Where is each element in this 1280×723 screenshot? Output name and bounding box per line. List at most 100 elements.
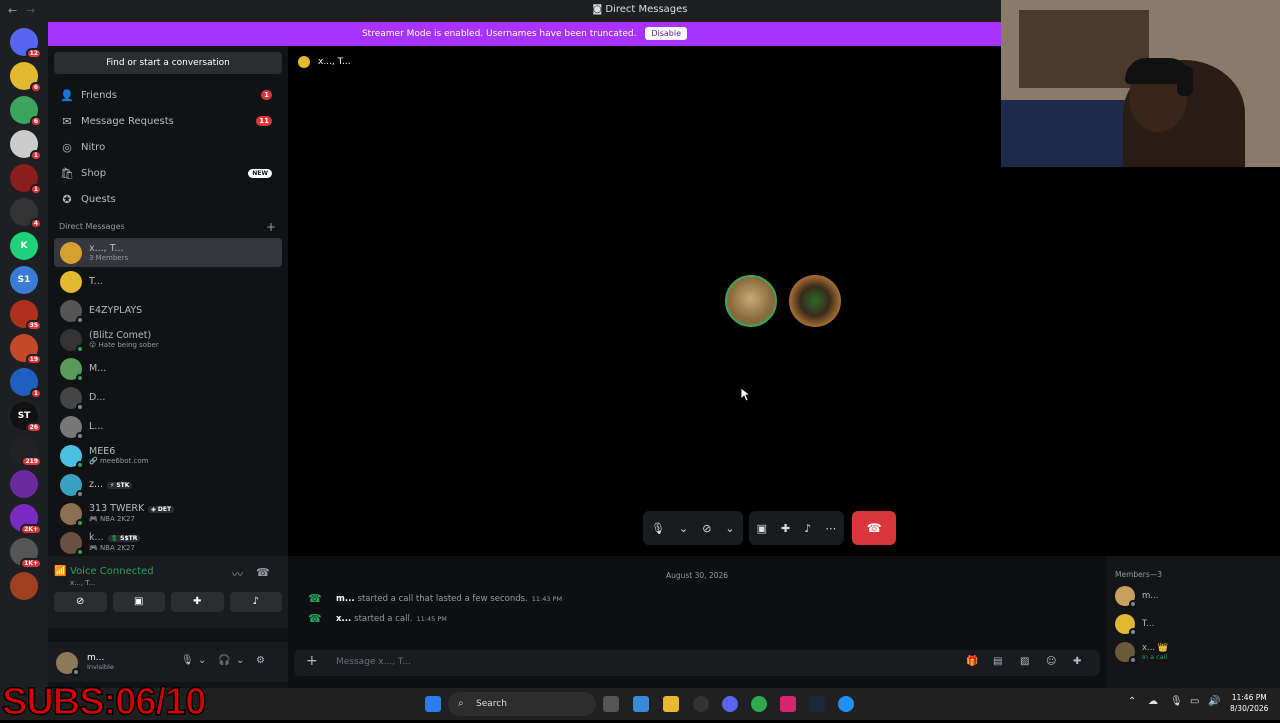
nav-item[interactable]: ✪ Quests bbox=[54, 186, 282, 212]
app-icon[interactable] bbox=[780, 696, 796, 712]
server-icon[interactable]: 1 bbox=[10, 164, 42, 195]
camera-off-button[interactable]: ⊘ bbox=[54, 592, 107, 612]
microphone-icon[interactable]: 🎙 bbox=[651, 522, 665, 535]
crown-icon: 👑 bbox=[1157, 643, 1169, 653]
nav-icon: ✪ bbox=[62, 192, 72, 206]
chevron-down-icon[interactable]: ⌄ bbox=[236, 655, 244, 666]
camera-off-icon[interactable]: ⊘ bbox=[702, 522, 711, 535]
noise-suppression-icon[interactable]: 〰 bbox=[232, 566, 243, 582]
status-indicator bbox=[76, 402, 84, 411]
server-icon[interactable]: 1K+ bbox=[10, 538, 42, 569]
member-item[interactable]: m... bbox=[1115, 586, 1158, 608]
nav-item[interactable]: ✉ Message Requests 11 bbox=[54, 108, 282, 134]
taskbar-clock[interactable]: 11:46 PM 8/30/2026 bbox=[1230, 692, 1268, 714]
voice-connected-label[interactable]: Voice Connected bbox=[70, 566, 154, 577]
server-icon[interactable]: 12 bbox=[10, 28, 42, 59]
signal-icon[interactable]: 📶 bbox=[54, 566, 66, 577]
server-icon[interactable]: 219 bbox=[10, 436, 42, 467]
dm-list-item[interactable]: L... bbox=[54, 412, 282, 441]
sticker-icon[interactable]: ▨ bbox=[1020, 656, 1029, 667]
dm-list-item[interactable]: k... 💲 S$TR 🎮 NBA 2K27 bbox=[54, 528, 282, 557]
member-item[interactable]: T... bbox=[1115, 614, 1154, 636]
server-icon[interactable]: 1 bbox=[10, 368, 42, 399]
end-call-button[interactable]: ☎ bbox=[852, 511, 897, 545]
steam-icon[interactable] bbox=[809, 696, 825, 712]
cloud-icon[interactable]: ☁ bbox=[1148, 696, 1158, 707]
dm-list-item[interactable]: x..., T... 3 Members bbox=[54, 238, 282, 267]
chevron-down-icon[interactable]: ⌄ bbox=[679, 522, 688, 535]
server-icon[interactable]: ST 26 bbox=[10, 402, 42, 433]
add-attachment-icon[interactable]: + bbox=[306, 653, 318, 669]
soundboard-button[interactable]: ♪ bbox=[229, 592, 282, 612]
find-conversation-button[interactable]: Find or start a conversation bbox=[54, 52, 282, 74]
apps-icon[interactable]: ✚ bbox=[1073, 656, 1081, 667]
dm-name: (Blitz Comet) bbox=[89, 329, 152, 341]
dm-list-item[interactable]: D... bbox=[54, 383, 282, 412]
disconnect-icon[interactable]: ☎ bbox=[256, 566, 270, 579]
member-item[interactable]: x... 👑 In a call bbox=[1115, 642, 1169, 664]
dm-list-item[interactable]: M... bbox=[54, 354, 282, 383]
chevron-down-icon[interactable]: ⌄ bbox=[725, 522, 734, 535]
dm-list-item[interactable]: (Blitz Comet) 😮 Hate being sober bbox=[54, 325, 282, 354]
settings-gear-icon[interactable]: ⚙ bbox=[256, 655, 265, 666]
message-text: started a call that lasted a few seconds… bbox=[357, 593, 528, 604]
activities-button[interactable]: ✚ bbox=[171, 592, 224, 612]
nav-item[interactable]: ◎ Nitro bbox=[54, 134, 282, 160]
gift-icon[interactable]: 🎁 bbox=[966, 656, 978, 667]
gif-icon[interactable]: ▤ bbox=[993, 656, 1002, 667]
dm-list-item[interactable]: MEE6 🔗 mee6bot.com bbox=[54, 441, 282, 470]
mention-badge: 35 bbox=[25, 320, 42, 331]
copilot-icon[interactable] bbox=[633, 696, 649, 712]
voice-channel-name[interactable]: x..., T... bbox=[70, 579, 95, 587]
chevron-up-icon[interactable]: ⌃ bbox=[1128, 696, 1136, 707]
display-icon[interactable]: ▭ bbox=[1190, 696, 1199, 707]
message-author[interactable]: m... bbox=[336, 594, 355, 604]
server-icon[interactable] bbox=[10, 470, 38, 498]
server-icon[interactable]: S1 bbox=[10, 266, 38, 294]
nav-item[interactable]: 🛍 Shop NEW bbox=[54, 160, 282, 186]
server-icon[interactable]: K bbox=[10, 232, 38, 260]
task-view-icon[interactable] bbox=[603, 696, 619, 712]
dm-name: D... bbox=[89, 392, 106, 403]
server-icon[interactable]: 6 bbox=[10, 62, 42, 93]
volume-icon[interactable]: 🔊 bbox=[1208, 696, 1220, 707]
nav-item[interactable]: 👤 Friends 1 bbox=[54, 82, 282, 108]
microphone-icon[interactable]: 🎙 bbox=[1170, 696, 1183, 707]
server-icon[interactable]: 6 bbox=[10, 96, 42, 127]
server-icon[interactable] bbox=[10, 572, 38, 600]
taskbar-search[interactable]: ⌕ Search bbox=[448, 692, 596, 716]
server-icon[interactable]: 4 bbox=[10, 198, 42, 229]
server-icon[interactable]: 1 bbox=[10, 130, 42, 161]
file-explorer-icon[interactable] bbox=[663, 696, 679, 712]
chevron-down-icon[interactable]: ⌄ bbox=[198, 655, 206, 666]
emoji-icon[interactable]: ☺ bbox=[1046, 656, 1056, 667]
participant-avatar-2[interactable] bbox=[789, 275, 841, 327]
server-icon[interactable]: 35 bbox=[10, 300, 42, 331]
activities-icon[interactable]: ✚ bbox=[781, 522, 790, 535]
dm-list-item[interactable]: z... ⚡ STK bbox=[54, 470, 282, 499]
microphone-icon[interactable]: 🎙 bbox=[181, 655, 194, 666]
dm-list-item[interactable]: 313 TWERK ◈ DET 🎮 NBA 2K27 bbox=[54, 499, 282, 528]
share-screen-button[interactable]: ▣ bbox=[112, 592, 165, 612]
dm-list-item[interactable]: T... bbox=[54, 267, 282, 296]
headphones-icon[interactable]: 🎧 bbox=[218, 655, 230, 666]
dm-list-item[interactable]: E4ZYPLAYS bbox=[54, 296, 282, 325]
discord-taskbar-icon[interactable] bbox=[722, 696, 738, 712]
disable-streamer-mode-button[interactable]: Disable bbox=[645, 27, 688, 40]
avatar[interactable] bbox=[56, 652, 80, 676]
screen-share-icon[interactable]: ▣ bbox=[757, 522, 767, 535]
chrome-icon[interactable] bbox=[751, 696, 767, 712]
message-input[interactable]: + Message x..., T... 🎁 ▤ ▨ ☺ ✚ bbox=[294, 650, 1100, 676]
create-dm-plus-icon[interactable]: + bbox=[266, 216, 276, 238]
message-author[interactable]: x... bbox=[336, 614, 351, 624]
username[interactable]: m... bbox=[87, 653, 104, 663]
more-options-icon[interactable]: ⋯ bbox=[825, 522, 836, 535]
edge-icon[interactable] bbox=[838, 696, 854, 712]
server-icon[interactable]: 19 bbox=[10, 334, 42, 365]
windows-start-icon[interactable] bbox=[425, 696, 441, 712]
obs-icon[interactable] bbox=[693, 696, 709, 712]
server-icon[interactable]: 2K+ bbox=[10, 504, 42, 535]
participant-avatar-1[interactable] bbox=[725, 275, 777, 327]
soundboard-icon[interactable]: ♪ bbox=[804, 522, 811, 535]
nav-label: Nitro bbox=[81, 141, 106, 153]
